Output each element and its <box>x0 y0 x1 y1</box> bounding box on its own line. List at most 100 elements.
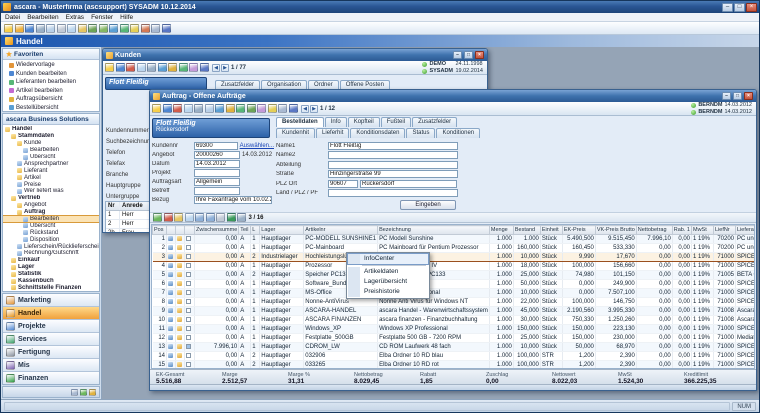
open-icon[interactable] <box>15 24 24 33</box>
grid-row[interactable]: 60,00A1HauptlagerSoftware_BundleSoftware… <box>153 280 756 289</box>
menu-bearbeiten[interactable]: Bearbeiten <box>27 14 58 21</box>
tab-kundenhit[interactable]: Kundenhit <box>276 128 315 138</box>
menu-datei[interactable]: Datei <box>5 14 20 21</box>
grid-column-header[interactable] <box>185 226 195 235</box>
tree-item-vertrieb[interactable]: Vertrieb <box>3 195 99 202</box>
close-button[interactable]: × <box>746 3 757 12</box>
grid-row[interactable]: 50,00A2HauptlagerSpeicher PC133 -2Speich… <box>153 271 756 280</box>
grid-row[interactable]: 30,00A2IndustrielagerHochleistungslüfter… <box>153 253 756 262</box>
copy-icon[interactable] <box>67 24 76 33</box>
favorite-item-auftragsübersicht[interactable]: Auftragsübersicht <box>3 95 99 104</box>
delete-position-icon[interactable] <box>164 213 173 222</box>
grid-column-header[interactable]: Lieferant <box>736 226 756 235</box>
grid-column-header[interactable]: Lager <box>260 226 304 235</box>
grid-row[interactable]: 10,00A1HauptlagerPC-MODELL SUNSHINE1PC M… <box>153 235 756 244</box>
save-icon[interactable] <box>163 104 172 113</box>
grid-column-header[interactable]: Einheit <box>540 226 562 235</box>
address-value-plz-ort[interactable]: 90607 <box>328 180 358 188</box>
help-icon[interactable] <box>162 24 171 33</box>
favorites-header[interactable]: Favoriten <box>3 49 99 60</box>
print-preview-icon[interactable] <box>46 24 55 33</box>
add-module-icon[interactable] <box>80 389 87 396</box>
new-record-icon[interactable] <box>4 24 13 33</box>
print-preview-icon[interactable] <box>205 104 214 113</box>
paste-icon[interactable] <box>78 24 87 33</box>
refresh-icon[interactable] <box>236 104 245 113</box>
tree-item-stammdaten[interactable]: Stammdaten <box>3 133 99 140</box>
calendar-icon[interactable] <box>141 24 150 33</box>
calculator-icon[interactable] <box>151 24 160 33</box>
kunden-close-button[interactable]: × <box>475 51 484 59</box>
minimize-button[interactable]: – <box>722 3 733 12</box>
tree-item-einkauf[interactable]: Einkauf <box>3 257 99 264</box>
menu-extras[interactable]: Extras <box>66 14 84 21</box>
calculator-icon[interactable] <box>278 104 287 113</box>
redo-icon[interactable] <box>99 24 108 33</box>
tab-fußteil[interactable]: Fußteil <box>381 117 411 127</box>
auftrag-title-bar[interactable]: Auftrag - Offene Aufträge – □ × <box>150 90 756 102</box>
address-value-city[interactable]: Rückersdorf <box>360 180 457 188</box>
contacts-column-header[interactable]: Nr <box>106 202 120 210</box>
field-value-betreff[interactable] <box>194 187 240 195</box>
refresh-icon[interactable] <box>120 24 129 33</box>
copy-position-icon[interactable] <box>185 213 194 222</box>
print-positions-icon[interactable] <box>237 213 246 222</box>
next-order-icon[interactable]: ▶ <box>310 105 318 113</box>
module-button-handel[interactable]: Handel <box>3 307 99 320</box>
tab-bestelldaten[interactable]: Bestelldaten <box>276 117 324 127</box>
context-menu-item-infocenter[interactable]: InfoCenter <box>348 254 428 264</box>
field-value-datum[interactable]: 14.03.2012 <box>194 160 240 168</box>
next-record-icon[interactable]: ▶ <box>221 64 229 72</box>
tree-item-disposition[interactable]: Disposition <box>3 236 99 243</box>
add-position-icon[interactable] <box>153 213 162 222</box>
grid-row[interactable]: 70,00A1HauptlagerMS-OfficeMS Office Prof… <box>153 289 756 298</box>
position-checkbox[interactable] <box>186 317 191 322</box>
field-value-auftragsart[interactable]: Allgemein <box>194 178 240 186</box>
position-checkbox[interactable] <box>186 362 191 367</box>
position-checkbox[interactable] <box>186 281 191 286</box>
search-icon[interactable] <box>215 104 224 113</box>
refresh-icon[interactable] <box>179 63 188 72</box>
auswaehlen-link[interactable]: Auswählen... <box>240 143 274 149</box>
excel-export-icon[interactable] <box>227 213 236 222</box>
filter-icon[interactable] <box>168 63 177 72</box>
print-icon[interactable] <box>147 63 156 72</box>
grid-column-header[interactable]: Rab. 1 <box>672 226 691 235</box>
configure-buttons-icon[interactable] <box>71 389 78 396</box>
tree-item-übersicht[interactable]: Übersicht <box>3 222 99 229</box>
tree-item-auftrag[interactable]: Auftrag <box>3 209 99 216</box>
position-checkbox[interactable] <box>186 335 191 340</box>
eingeben-button[interactable]: Eingeben <box>400 200 456 210</box>
tab-konditionen[interactable]: Konditionen <box>436 128 480 138</box>
tree-item-rechnung-gutschrift[interactable]: Rechnung/Gutschrift <box>3 250 99 257</box>
grid-row[interactable]: 140,00A2Hauptlager032906Elba Ordner 10 R… <box>153 352 756 361</box>
grid-row[interactable]: 100,00A1HauptlagerASCARA FINANZENascara … <box>153 316 756 325</box>
grid-column-header[interactable] <box>167 226 176 235</box>
position-checkbox[interactable] <box>186 299 191 304</box>
module-button-finanzen[interactable]: Finanzen <box>3 372 99 385</box>
delete-icon[interactable] <box>173 104 182 113</box>
tree-item-übersicht[interactable]: Übersicht <box>3 154 99 161</box>
tab-kopfteil[interactable]: Kopfteil <box>348 117 380 127</box>
position-checkbox[interactable] <box>186 308 191 313</box>
grid-row[interactable]: 20,00A1HauptlagerPC-MainboardPC Mainboar… <box>153 244 756 253</box>
move-down-icon[interactable] <box>206 213 215 222</box>
address-value-abteilung[interactable] <box>328 161 458 169</box>
tree-item-kunde[interactable]: Kunde <box>3 140 99 147</box>
field-value-angebot[interactable]: 20000260 <box>194 151 240 159</box>
grid-column-header[interactable]: Artikelnr <box>304 226 378 235</box>
field-value-bezug[interactable]: Ihre Faxanfrage vom 10.02.2012 <box>194 196 272 204</box>
grid-column-header[interactable]: EK-Preis <box>562 226 595 235</box>
position-checkbox[interactable] <box>186 344 191 349</box>
address-value-straße[interactable]: Hinzingerstraße 99 <box>328 170 458 178</box>
invoice-icon[interactable] <box>268 104 277 113</box>
tree-item-artikel[interactable]: Artikel <box>3 174 99 181</box>
sort-icon[interactable] <box>216 213 225 222</box>
grid-column-header[interactable]: Bezeichnung <box>378 226 490 235</box>
position-checkbox[interactable] <box>186 353 191 358</box>
previous-order-icon[interactable]: ◀ <box>301 105 309 113</box>
solutions-header[interactable]: ascara Business Solutions <box>3 114 99 125</box>
filter-icon[interactable] <box>226 104 235 113</box>
auftrag-maximize-button[interactable]: □ <box>733 92 742 100</box>
tab-info[interactable]: Info <box>325 117 347 127</box>
